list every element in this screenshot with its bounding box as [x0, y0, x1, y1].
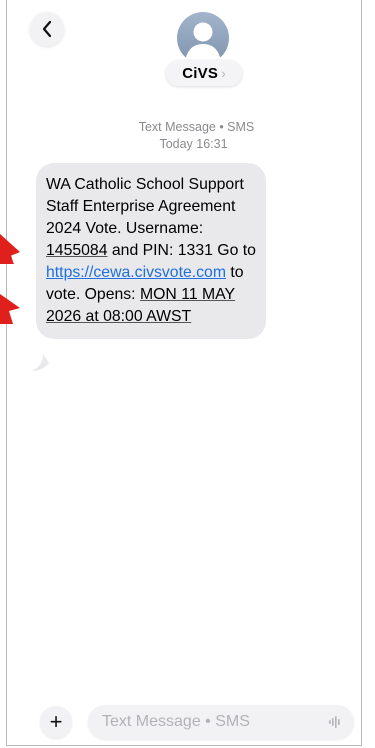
plus-icon: + [49, 709, 63, 734]
back-button[interactable] [30, 12, 64, 46]
contact-avatar[interactable] [177, 12, 229, 64]
audio-waveform-icon[interactable] [328, 715, 342, 729]
contact-name-button[interactable]: CiVS › [166, 60, 242, 86]
add-attachment-button[interactable]: + [40, 706, 72, 738]
message-bubble[interactable]: WA Catholic School Support Staff Enterpr… [36, 163, 266, 339]
message-type-label: Text Message • SMS [138, 120, 255, 134]
message-username[interactable]: 1455084 [46, 242, 108, 259]
person-icon [185, 22, 221, 62]
message-link[interactable]: https://cewa.civsvote.com [46, 264, 226, 281]
message-text: and PIN: 1331 Go to [107, 242, 256, 259]
chevron-left-icon [42, 20, 52, 38]
chevron-right-icon: › [221, 65, 226, 81]
contact-name: CiVS [182, 64, 219, 82]
message-timestamp: Today 16:31 [159, 137, 228, 151]
phone-screen [6, 0, 362, 746]
bubble-tail [31, 354, 49, 371]
annotation-arrow-icon [0, 294, 20, 324]
message-text: WA Catholic School Support Staff Enterpr… [46, 176, 244, 237]
message-input[interactable]: Text Message • SMS [88, 705, 354, 739]
annotation-arrow-icon [0, 234, 20, 264]
message-input-placeholder: Text Message • SMS [102, 713, 250, 730]
